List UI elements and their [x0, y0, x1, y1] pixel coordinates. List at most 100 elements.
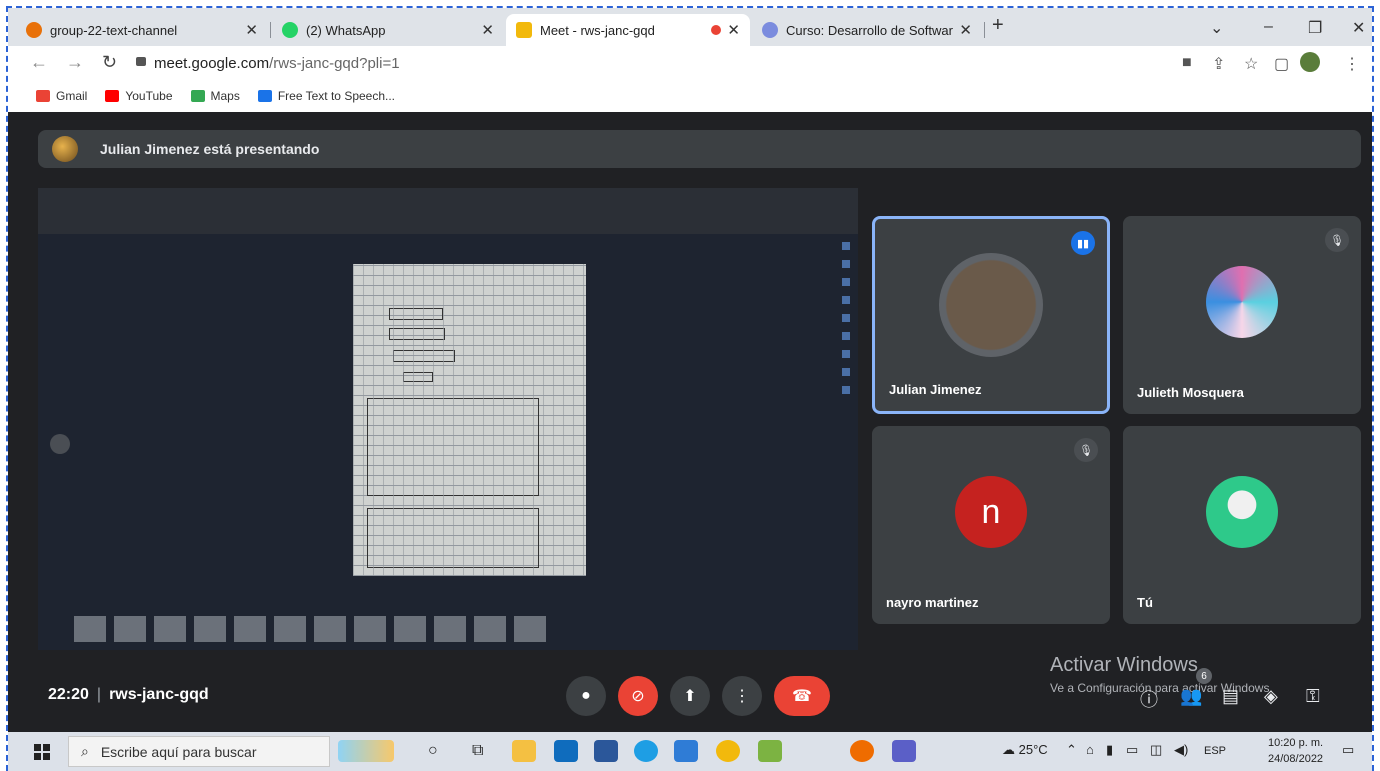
- tab-curso[interactable]: Curso: Desarrollo de Software - ( ✕: [752, 14, 982, 46]
- tab-meet[interactable]: Meet - rws-janc-gqd ✕: [506, 14, 750, 46]
- gmail-icon: [36, 90, 50, 102]
- camera-off-button[interactable]: ⊘: [618, 676, 658, 716]
- participant-name: Julian Jimenez: [889, 382, 982, 397]
- address-bar[interactable]: meet.google.com/rws-janc-gqd?pli=1: [154, 55, 400, 72]
- file-explorer-icon[interactable]: [512, 740, 536, 762]
- sidepanel-icon[interactable]: ▢: [1274, 54, 1289, 74]
- chevron-left-icon[interactable]: [50, 434, 70, 454]
- bookmark-label: Maps: [210, 89, 240, 103]
- meeting-time: 22:20: [48, 686, 89, 703]
- maximize-button[interactable]: ❐: [1308, 18, 1322, 38]
- url-host: meet.google.com: [154, 55, 270, 72]
- search-placeholder: Escribe aquí para buscar: [100, 743, 257, 760]
- notification-icon[interactable]: ▭: [1342, 742, 1354, 758]
- new-tab-button[interactable]: +: [992, 14, 1004, 37]
- sketch-box: [389, 328, 445, 340]
- profile-avatar[interactable]: [1300, 52, 1320, 72]
- forward-icon[interactable]: →: [66, 52, 84, 73]
- search-highlight-image: [338, 740, 394, 762]
- minimize-button[interactable]: –: [1264, 18, 1273, 36]
- host-controls-icon[interactable]: ⚿: [1306, 686, 1320, 707]
- more-icon: ⋮: [734, 688, 750, 705]
- participant-tile[interactable]: ▮▮ Julian Jimenez: [872, 216, 1110, 414]
- mic-off-icon: 🎙: [1074, 438, 1098, 462]
- battery-icon[interactable]: ▭: [1126, 742, 1138, 758]
- close-icon[interactable]: ✕: [245, 21, 258, 39]
- youtube-icon: [105, 90, 120, 102]
- close-icon[interactable]: ✕: [727, 21, 740, 39]
- tab-title: Curso: Desarrollo de Software - (: [786, 22, 953, 38]
- bookmark-youtube[interactable]: YouTube: [105, 89, 173, 103]
- bookmark-tts[interactable]: Free Text to Speech...: [257, 89, 395, 103]
- leave-call-button[interactable]: ☎: [774, 676, 830, 716]
- camera-icon[interactable]: ■: [1182, 54, 1192, 72]
- teams-icon[interactable]: [892, 740, 916, 762]
- mic-tray-icon[interactable]: ▮: [1106, 742, 1113, 758]
- word-icon[interactable]: [594, 740, 618, 762]
- task-view-icon[interactable]: ⧉: [472, 742, 483, 760]
- chrome-icon[interactable]: [716, 740, 740, 762]
- close-icon[interactable]: ✕: [481, 21, 494, 39]
- network-icon[interactable]: ⌂: [1086, 742, 1094, 757]
- app-icon[interactable]: [758, 740, 782, 762]
- bookmark-label: YouTube: [125, 89, 173, 103]
- store-icon[interactable]: [674, 740, 698, 762]
- share-icon[interactable]: ⇪: [1212, 54, 1225, 74]
- edge-icon[interactable]: [634, 740, 658, 762]
- taskbar-search-input[interactable]: ⌕ Escribe aquí para buscar: [68, 736, 330, 767]
- tab-title: group-22-text-channel: [50, 22, 178, 38]
- activities-icon[interactable]: ◈: [1264, 686, 1278, 707]
- weather-temp: 25°C: [1018, 742, 1048, 757]
- bookmark-gmail[interactable]: Gmail: [36, 89, 87, 103]
- tab-title: (2) WhatsApp: [306, 22, 386, 38]
- more-options-button[interactable]: ⋮: [722, 676, 762, 716]
- taskbar-clock[interactable]: 10:20 p. m. 24/08/2022: [1268, 735, 1323, 767]
- sketch-box: [367, 508, 539, 568]
- windows-taskbar: ⌕ Escribe aquí para buscar ○ ⧉ ☁ 25°C ⌃ …: [8, 732, 1372, 771]
- tray-overflow-icon[interactable]: ⌃: [1066, 742, 1077, 758]
- cortana-icon[interactable]: ○: [428, 742, 438, 760]
- close-window-button[interactable]: ✕: [1352, 18, 1365, 38]
- shared-screen[interactable]: [38, 188, 858, 650]
- chevron-down-icon[interactable]: ⌄: [1210, 18, 1223, 38]
- present-button[interactable]: ⬆: [670, 676, 710, 716]
- reload-icon[interactable]: ↻: [102, 52, 117, 73]
- avatar: n: [955, 476, 1027, 548]
- presenting-text: Julian Jimenez está presentando: [100, 141, 320, 157]
- info-icon[interactable]: ⓘ: [1140, 686, 1158, 712]
- participant-tile[interactable]: 🎙 Julieth Mosquera: [1123, 216, 1361, 414]
- browser-toolbar: ← → ↻ meet.google.com/rws-janc-gqd?pli=1…: [8, 46, 1372, 80]
- shared-paper-sketch: [353, 264, 586, 576]
- menu-icon[interactable]: ⋮: [1344, 54, 1360, 74]
- chrome-active-icon[interactable]: [850, 740, 874, 762]
- lock-icon: [136, 57, 146, 66]
- mail-icon[interactable]: [554, 740, 578, 762]
- language-indicator[interactable]: ESP: [1204, 745, 1226, 757]
- speaking-icon: ▮▮: [1071, 231, 1095, 255]
- clock-date: 24/08/2022: [1268, 753, 1324, 765]
- back-icon[interactable]: ←: [30, 52, 48, 73]
- windows-start-icon[interactable]: [34, 744, 50, 760]
- bookmark-maps[interactable]: Maps: [190, 89, 240, 103]
- chat-icon[interactable]: ▤: [1222, 686, 1239, 707]
- wifi-icon[interactable]: ◫: [1150, 742, 1162, 758]
- weather-widget[interactable]: ☁ 25°C: [1002, 742, 1048, 758]
- tab-whatsapp[interactable]: (2) WhatsApp ✕: [272, 14, 504, 46]
- people-icon[interactable]: 👥: [1180, 686, 1202, 707]
- meeting-code: rws-janc-gqd: [109, 686, 209, 703]
- divider: |: [96, 686, 102, 703]
- participant-tile[interactable]: 🎙 n nayro martinez: [872, 426, 1110, 624]
- camera-off-icon: ⊘: [631, 688, 645, 705]
- volume-icon[interactable]: ◀): [1174, 742, 1188, 758]
- sketch-box: [389, 308, 443, 320]
- course-icon: [762, 22, 778, 38]
- avatar: [1206, 266, 1278, 338]
- star-icon[interactable]: ☆: [1244, 54, 1258, 74]
- sketch-box: [393, 350, 455, 362]
- tab-discord[interactable]: group-22-text-channel ✕: [16, 14, 268, 46]
- mic-button[interactable]: ●: [566, 676, 606, 716]
- close-icon[interactable]: ✕: [959, 21, 972, 39]
- tab-divider: [270, 22, 271, 38]
- maps-icon: [190, 90, 205, 102]
- participant-tile[interactable]: Tú: [1123, 426, 1361, 624]
